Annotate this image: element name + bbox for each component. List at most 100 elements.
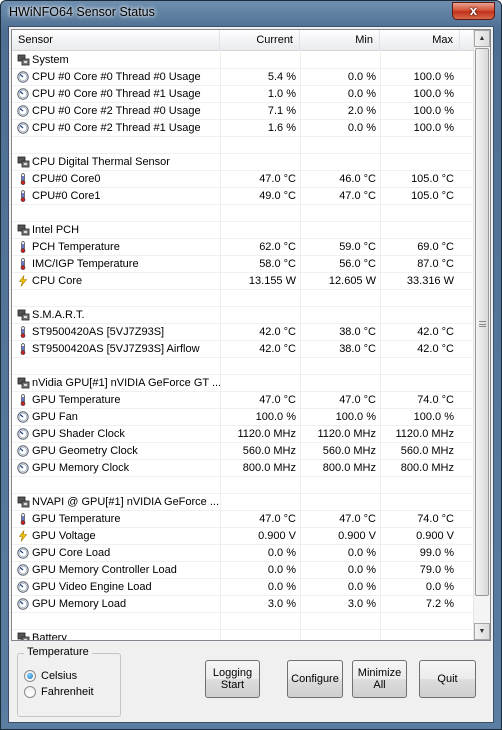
- current-value: 0.0 %: [267, 547, 296, 559]
- spacer-row: [12, 358, 474, 375]
- lightning-icon: [17, 275, 29, 287]
- sensor-name-cell: GPU Memory Clock: [14, 460, 220, 477]
- sensor-row[interactable]: GPU Fan 100.0 % 100.0 % 100.0 %: [12, 409, 474, 426]
- logging-label-line2: Start: [220, 679, 245, 691]
- sensor-group-row[interactable]: System: [12, 52, 474, 69]
- sensor-row[interactable]: GPU Memory Load 3.0 % 3.0 % 7.2 %: [12, 596, 474, 613]
- chip-icon: [17, 496, 30, 508]
- arrow-up-icon: ▲: [478, 35, 486, 42]
- sensor-name-cell: PCH Temperature: [14, 239, 220, 256]
- sensor-row[interactable]: GPU Shader Clock 1120.0 MHz 1120.0 MHz 1120…: [12, 426, 474, 443]
- sensor-group-row[interactable]: Intel PCH: [12, 222, 474, 239]
- vertical-scrollbar[interactable]: ▲ ▼: [473, 30, 490, 640]
- gauge-icon: [17, 122, 29, 134]
- sensor-group-row[interactable]: Battery: [12, 630, 474, 640]
- sensor-name-cell: GPU Memory Controller Load: [14, 562, 220, 579]
- gauge-icon: [17, 445, 29, 457]
- sensor-name: GPU Geometry Clock: [32, 445, 138, 457]
- sensor-name: GPU Temperature: [32, 513, 121, 525]
- sensor-name: IMC/IGP Temperature: [32, 258, 139, 270]
- current-value: 42.0 °C: [259, 343, 296, 355]
- sensor-row[interactable]: GPU Core Load 0.0 % 0.0 % 99.0 %: [12, 545, 474, 562]
- celsius-label: Celsius: [41, 670, 78, 682]
- min-value: 0.0 %: [347, 564, 376, 576]
- min-value: 100.0 %: [335, 411, 376, 423]
- sensor-row[interactable]: ST9500420AS [5VJ7Z93S] Airflow 42.0 °C 38.…: [12, 341, 474, 358]
- current-value: 47.0 °C: [259, 394, 296, 406]
- sensor-list[interactable]: Sensor Current Min Max System CPU #0 Core…: [11, 29, 491, 641]
- column-header-current[interactable]: Current: [220, 30, 300, 51]
- sensor-row[interactable]: IMC/IGP Temperature 58.0 °C 56.0 °C 87.0 °C: [12, 256, 474, 273]
- min-value: 1120.0 MHz: [317, 428, 377, 440]
- sensor-group-row[interactable]: CPU Digital Thermal Sensor: [12, 154, 474, 171]
- sensor-row[interactable]: GPU Geometry Clock 560.0 MHz 560.0 MHz 560.…: [12, 443, 474, 460]
- sensor-group-row[interactable]: NVAPI @ GPU[#1] nVIDIA GeForce ...: [12, 494, 474, 511]
- quit-button[interactable]: Quit: [419, 660, 476, 698]
- sensor-row[interactable]: CPU Core 13.155 W 12.605 W 33.316 W: [12, 273, 474, 290]
- thermometer-icon: [17, 190, 29, 202]
- minimize-label-line2: All: [373, 679, 386, 691]
- sensor-row[interactable]: GPU Memory Clock 800.0 MHz 800.0 MHz 800.0 …: [12, 460, 474, 477]
- gauge-icon: [17, 88, 29, 100]
- configure-button[interactable]: Configure: [287, 660, 343, 698]
- sensor-row[interactable]: ST9500420AS [5VJ7Z93S] 42.0 °C 38.0 °C 42.0…: [12, 324, 474, 341]
- sensor-row[interactable]: GPU Temperature 47.0 °C 47.0 °C 74.0 °C: [12, 392, 474, 409]
- sensor-name-cell: CPU Core: [14, 273, 220, 290]
- group-name: nVidia GPU[#1] nVIDIA GeForce GT ...: [32, 377, 220, 389]
- column-header-sensor[interactable]: Sensor: [12, 30, 220, 51]
- sensor-row[interactable]: CPU #0 Core #0 Thread #0 Usage 5.4 % 0.0 %…: [12, 69, 474, 86]
- list-header: Sensor Current Min Max: [12, 30, 474, 51]
- sensor-row[interactable]: GPU Temperature 47.0 °C 47.0 °C 74.0 °C: [12, 511, 474, 528]
- spacer-row: [12, 290, 474, 307]
- sensor-row[interactable]: CPU #0 Core #2 Thread #0 Usage 7.1 % 2.0 %…: [12, 103, 474, 120]
- grip-icon: [479, 321, 486, 327]
- sensor-row[interactable]: GPU Video Engine Load 0.0 % 0.0 % 0.0 %: [12, 579, 474, 596]
- sensor-row[interactable]: PCH Temperature 62.0 °C 59.0 °C 69.0 °C: [12, 239, 474, 256]
- sensor-name-cell: GPU Temperature: [14, 511, 220, 528]
- min-value: 0.900 V: [338, 530, 376, 542]
- min-value: 59.0 °C: [339, 241, 376, 253]
- sensor-name-cell: GPU Shader Clock: [14, 426, 220, 443]
- close-button[interactable]: x: [452, 2, 495, 20]
- sensor-row[interactable]: GPU Memory Controller Load 0.0 % 0.0 % 79.0…: [12, 562, 474, 579]
- sensor-name: CPU #0 Core #2 Thread #0 Usage: [32, 105, 201, 117]
- sensor-name-cell: CPU #0 Core #0 Thread #1 Usage: [14, 86, 220, 103]
- minimize-all-button[interactable]: Minimize All: [352, 660, 407, 698]
- min-value: 560.0 MHz: [322, 445, 376, 457]
- max-value: 100.0 %: [413, 105, 454, 117]
- min-value: 47.0 °C: [339, 394, 376, 406]
- sensor-name-cell: nVidia GPU[#1] nVIDIA GeForce GT ...: [14, 375, 220, 392]
- thermometer-icon: [17, 343, 29, 355]
- scroll-thumb[interactable]: [475, 48, 489, 596]
- max-value: 105.0 °C: [411, 190, 454, 202]
- sensor-name: GPU Fan: [32, 411, 78, 423]
- sensor-name: ST9500420AS [5VJ7Z93S]: [32, 326, 165, 338]
- scroll-down-button[interactable]: ▼: [474, 623, 490, 640]
- current-value: 0.900 V: [258, 530, 296, 542]
- title-bar[interactable]: HWiNFO64 Sensor Status x: [1, 1, 501, 25]
- sensor-name-cell: ST9500420AS [5VJ7Z93S]: [14, 324, 220, 341]
- sensor-row[interactable]: CPU #0 Core #0 Thread #1 Usage 1.0 % 0.0 %…: [12, 86, 474, 103]
- current-value: 47.0 °C: [259, 513, 296, 525]
- logging-start-button[interactable]: Logging Start: [205, 660, 260, 698]
- max-value: 74.0 °C: [417, 513, 454, 525]
- sensor-name-cell: NVAPI @ GPU[#1] nVIDIA GeForce ...: [14, 494, 220, 511]
- sensor-name-cell: CPU#0 Core0: [14, 171, 220, 188]
- sensor-name: GPU Core Load: [32, 547, 111, 559]
- sensor-row[interactable]: CPU#0 Core1 49.0 °C 47.0 °C 105.0 °C: [12, 188, 474, 205]
- min-value: 800.0 MHz: [322, 462, 376, 474]
- sensor-group-row[interactable]: nVidia GPU[#1] nVIDIA GeForce GT ...: [12, 375, 474, 392]
- close-icon: x: [469, 3, 478, 18]
- scroll-up-button[interactable]: ▲: [474, 30, 490, 47]
- column-header-max[interactable]: Max: [380, 30, 460, 51]
- sensor-row[interactable]: CPU#0 Core0 47.0 °C 46.0 °C 105.0 °C: [12, 171, 474, 188]
- sensor-row[interactable]: CPU #0 Core #2 Thread #1 Usage 1.6 % 0.0 %…: [12, 120, 474, 137]
- fahrenheit-label: Fahrenheit: [41, 686, 94, 698]
- column-header-min[interactable]: Min: [300, 30, 380, 51]
- current-value: 58.0 °C: [259, 258, 296, 270]
- radio-selected-icon: [24, 670, 36, 682]
- thermometer-icon: [17, 258, 29, 270]
- current-value: 560.0 MHz: [242, 445, 296, 457]
- sensor-row[interactable]: GPU Voltage 0.900 V 0.900 V 0.900 V: [12, 528, 474, 545]
- sensor-group-row[interactable]: S.M.A.R.T.: [12, 307, 474, 324]
